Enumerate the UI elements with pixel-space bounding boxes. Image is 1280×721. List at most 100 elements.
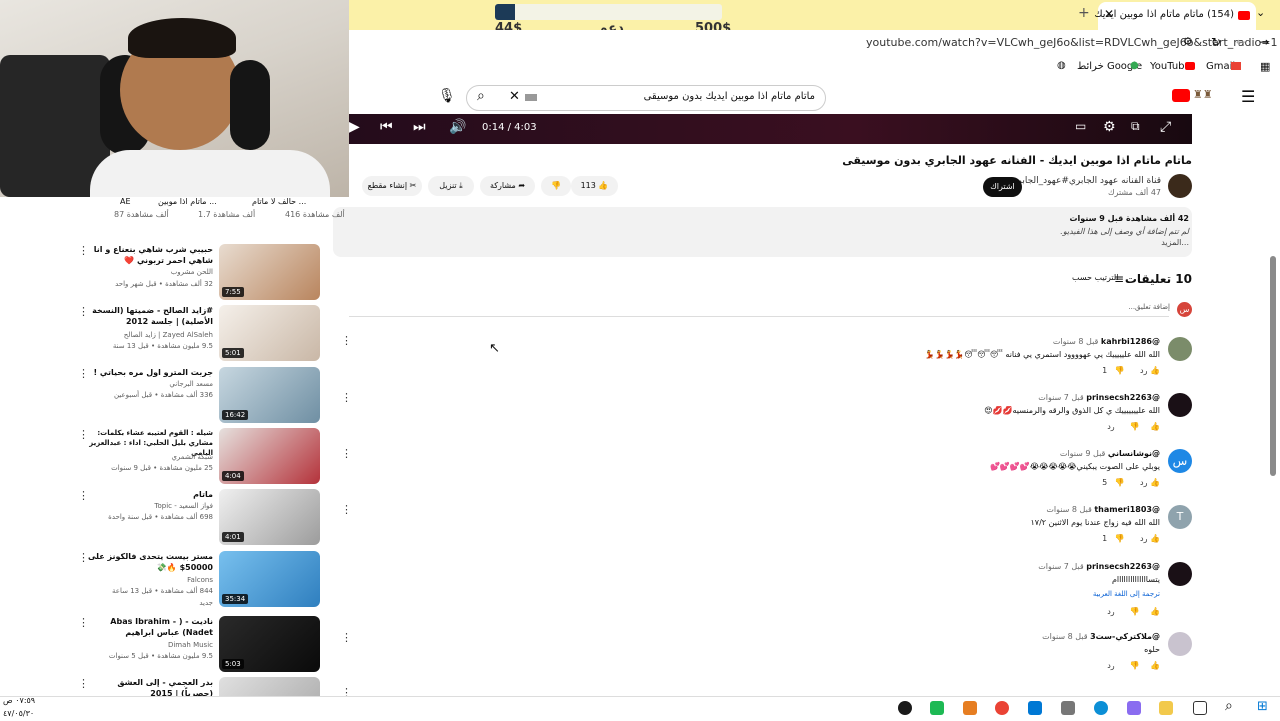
dislike-icon[interactable]: 👎 — [1115, 478, 1125, 487]
sidebar-video[interactable]: 4:04 شيله : القوم لعتيبه عشاء بكلمات: مش… — [78, 428, 320, 486]
video-title[interactable]: مستر بيست يتحدى فالكونز على 50000$ 🔥💸 — [83, 551, 213, 573]
video-channel[interactable]: اللحن مشروب — [171, 268, 213, 276]
settings-icon[interactable]: ⚙ — [1103, 119, 1116, 135]
forward-icon[interactable]: ← — [1236, 35, 1246, 49]
sidebar-video[interactable]: 7:55 حبيبي شرب شاهي بنعناع و انا شاهي اح… — [78, 244, 320, 302]
video-channel[interactable]: مسعد البرجاني — [169, 380, 213, 388]
like-icon[interactable]: 👍 — [1150, 366, 1160, 375]
like-button[interactable]: 113 👍 — [571, 176, 618, 196]
channel-name[interactable]: قناة الفنانه عهود الجابري#عهود_الجابري — [1010, 176, 1161, 186]
video-thumbnail[interactable]: 5:03 — [219, 616, 320, 672]
video-thumbnail[interactable]: 7:55 — [219, 244, 320, 300]
more-options-icon[interactable]: ⋮ — [78, 305, 89, 318]
video-thumbnail[interactable]: 5:01 — [219, 305, 320, 361]
file-explorer-icon[interactable] — [1159, 701, 1173, 715]
comment-avatar[interactable]: T — [1168, 505, 1192, 529]
reply-button[interactable]: رد — [1107, 422, 1114, 431]
dislike-button[interactable]: 👎 — [541, 176, 571, 196]
share-button[interactable]: مشاركة ➦ — [480, 176, 535, 196]
previous-icon[interactable]: ⏮ — [380, 119, 393, 135]
comment-menu-icon[interactable]: ⋮ — [341, 631, 352, 644]
miniplayer-icon[interactable]: ⧉ — [1131, 119, 1140, 134]
taskbar-date[interactable]: ٤٧/٠٥/٣٠ — [3, 709, 34, 718]
more-options-icon[interactable]: ⋮ — [78, 367, 89, 380]
dislike-icon[interactable]: 👎 — [1130, 607, 1140, 616]
comment-avatar[interactable] — [1168, 562, 1192, 586]
sidebar-video[interactable]: 5:01 #زايد الصالح - ضميتها (النسخة الأصل… — [78, 305, 320, 363]
comment-menu-icon[interactable]: ⋮ — [341, 391, 352, 404]
new-tab-button[interactable]: + — [1078, 5, 1090, 21]
video-channel[interactable]: Zayed AlSaleh | زايد الصالح — [124, 331, 213, 339]
browser-tab[interactable]: ✕ (154) ماتام ماتام اذا موبين ايديك — [1094, 2, 1256, 30]
reply-button[interactable]: رد — [1140, 478, 1147, 487]
comment-avatar[interactable] — [1168, 337, 1192, 361]
clip-button[interactable]: إنشاء مقطع ✂ — [362, 176, 422, 196]
more-options-icon[interactable]: ⋮ — [78, 616, 89, 629]
comment-menu-icon[interactable]: ⋮ — [341, 447, 352, 460]
sort-button[interactable]: الترتيب حسب — [1072, 273, 1118, 282]
page-scrollbar[interactable] — [1270, 256, 1276, 476]
like-icon[interactable]: 👍 — [1150, 607, 1160, 616]
more-options-icon[interactable]: ⋮ — [78, 489, 89, 502]
like-icon[interactable]: 👍 — [1150, 422, 1160, 431]
comment-menu-icon[interactable]: ⋮ — [341, 503, 352, 516]
reply-button[interactable]: رد — [1107, 661, 1114, 670]
video-thumbnail[interactable]: 35:34 — [219, 551, 320, 607]
like-icon[interactable]: 👍 — [1150, 534, 1160, 543]
comment-avatar[interactable] — [1168, 632, 1192, 656]
reply-button[interactable]: رد — [1140, 366, 1147, 375]
volume-icon[interactable]: 🔊 — [449, 119, 466, 135]
search-icon[interactable]: ⌕ — [477, 88, 485, 104]
translate-link[interactable]: ترجمة إلى اللغة العربية — [1093, 590, 1160, 598]
comment-author[interactable]: @kahrbi1286 قبل 8 سنوات — [1053, 337, 1160, 346]
video-channel[interactable]: Dimah Music — [168, 641, 213, 649]
subscribe-button[interactable]: اشتراك — [983, 177, 1022, 197]
comment-author[interactable]: @نوشانساني قبل 9 سنوات — [1060, 449, 1160, 458]
more-options-icon[interactable]: ⋮ — [78, 551, 89, 564]
dislike-icon[interactable]: 👎 — [1115, 534, 1125, 543]
app-orange-icon[interactable] — [963, 701, 977, 715]
like-icon[interactable]: 👍 — [1150, 661, 1160, 670]
calculator-icon[interactable] — [1061, 701, 1075, 715]
menu-icon[interactable]: ☰ — [1241, 87, 1255, 106]
comment-author[interactable]: @thameri1803 قبل 8 سنوات — [1046, 505, 1160, 514]
add-comment-input[interactable]: إضافة تعليق... — [1128, 303, 1170, 311]
obs-icon[interactable] — [898, 701, 912, 715]
video-title[interactable]: #زايد الصالح - ضميتها (النسخة الأصلية) |… — [83, 305, 213, 327]
sidebar-video[interactable]: 4:01 ماتام فواز السعيد - Topic 698 ألف م… — [78, 489, 320, 547]
dislike-icon[interactable]: 👎 — [1130, 661, 1140, 670]
tab-menu-icon[interactable]: ⌄ — [1256, 6, 1265, 19]
sidebar-video[interactable]: 16:42 جربت المترو اول مره بحياتي ! مسعد … — [78, 367, 320, 425]
sidebar-video[interactable]: بدر العجمي - إلى العشق (حصرياً) | 2015 ⋮ — [78, 677, 320, 696]
video-title[interactable]: بدر العجمي - إلى العشق (حصرياً) | 2015 — [83, 677, 213, 696]
back-icon[interactable]: → — [1259, 35, 1269, 49]
sidebar-video[interactable]: 35:34 مستر بيست يتحدى فالكونز على 50000$… — [78, 551, 320, 609]
more-options-icon[interactable]: ⋮ — [78, 428, 89, 441]
sidebar-top-title[interactable]: حالف لا ماتام ... — [252, 197, 306, 206]
windows-start-icon[interactable]: ⊞ — [1257, 699, 1268, 714]
comment-author[interactable]: @prinsecsh2263 قبل 7 سنوات — [1038, 393, 1160, 402]
reply-button[interactable]: رد — [1140, 534, 1147, 543]
video-thumbnail[interactable] — [219, 677, 320, 696]
video-title[interactable]: ماتام — [83, 489, 213, 500]
sidebar-video[interactable]: 5:03 ناديت - ( Abas Ibrahim - Nadet) عبا… — [78, 616, 320, 674]
description-more[interactable]: ...المزيد — [1161, 238, 1189, 247]
reload-icon[interactable]: ↻ — [1211, 35, 1221, 49]
comment-author[interactable]: @ملاكتركي-ست3 قبل 8 سنوات — [1042, 632, 1160, 641]
next-icon[interactable]: ⏭ — [413, 119, 426, 135]
task-view-icon[interactable] — [1193, 701, 1207, 715]
edge-icon[interactable] — [1094, 701, 1108, 715]
apps-grid-icon[interactable]: ▦ — [1260, 60, 1270, 73]
comment-avatar[interactable]: س — [1168, 449, 1192, 473]
video-thumbnail[interactable]: 4:04 — [219, 428, 320, 484]
play-icon[interactable]: ▶ — [349, 119, 360, 135]
comment-menu-icon[interactable]: ⋮ — [341, 334, 352, 347]
outlook-icon[interactable] — [1028, 701, 1042, 715]
video-channel[interactable]: شبكة الشمري — [171, 453, 213, 461]
search-icon[interactable]: ⌕ — [1225, 698, 1233, 714]
like-icon[interactable]: 👍 — [1150, 478, 1160, 487]
video-channel[interactable]: Falcons — [187, 576, 213, 584]
video-thumbnail[interactable]: 4:01 — [219, 489, 320, 545]
search-bar[interactable]: ⌕ ✕ ماتام ماتام اذا موبين ايديك بدون موس… — [466, 85, 826, 111]
taskbar-time[interactable]: ٠٧:٥٩ ص — [3, 696, 35, 705]
